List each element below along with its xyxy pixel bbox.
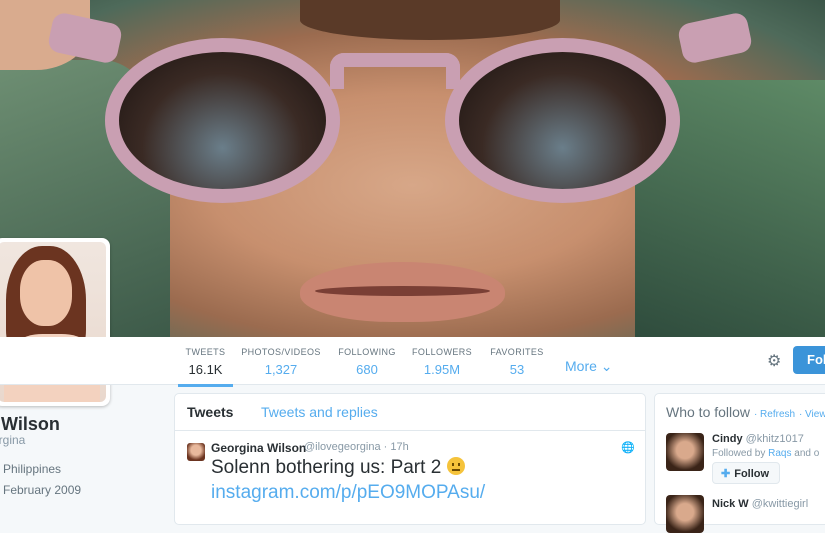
stat-value: 16.1K — [188, 362, 223, 377]
tweet-author-handle[interactable]: @ilovegeorgina · 17h — [304, 441, 409, 453]
followed-by-suffix: and o — [794, 448, 820, 459]
stat-following[interactable]: FOLLOWING 680 — [336, 337, 398, 384]
stat-label: PHOTOS/VIDEOS — [241, 347, 321, 357]
stat-label: TWEETS — [185, 347, 226, 357]
stat-tweets[interactable]: TWEETS 16.1K — [178, 337, 233, 387]
more-label: More — [565, 358, 597, 374]
follow-button[interactable]: Foll — [793, 346, 825, 374]
tweet-author-name[interactable]: Georgina Wilson — [211, 441, 306, 455]
user-name: Nick W — [712, 498, 749, 510]
profile-name: ina Wilson — [0, 414, 60, 434]
tweet-avatar[interactable] — [187, 443, 205, 461]
profile-header-photo — [0, 0, 825, 337]
view-all-link[interactable]: · View — [799, 409, 825, 420]
timeline: Tweets Tweets and replies Georgina Wilso… — [174, 393, 646, 525]
chevron-down-icon: ⌄ — [600, 358, 613, 374]
follow-label: Follow — [734, 468, 770, 480]
followed-by-prefix: Followed by — [712, 448, 766, 459]
tweet-link[interactable]: instagram.com/p/pEO9MOPAsu/ — [211, 482, 485, 504]
suggested-user-name[interactable]: Nick W @kwittiegirl — [712, 498, 808, 510]
followed-by-link[interactable]: Raqs — [768, 448, 791, 459]
profile-handle[interactable]: orgina — [0, 433, 25, 447]
who-to-follow-heading: Who to follow — [666, 404, 751, 420]
refresh-link[interactable]: · Refresh — [754, 409, 795, 420]
suggested-user-avatar[interactable] — [666, 495, 704, 533]
profile-nav: TWEETS 16.1K PHOTOS/VIDEOS 1,327 FOLLOWI… — [0, 337, 825, 387]
profile-location: Philippines — [3, 462, 62, 476]
stat-value: 1.95M — [423, 362, 461, 377]
followed-by-text: Followed by Raqs and o — [712, 448, 819, 459]
stat-value: 1,327 — [264, 362, 298, 377]
user-handle: @kwittiegirl — [751, 498, 809, 510]
stat-photos-videos[interactable]: PHOTOS/VIDEOS 1,327 — [240, 337, 322, 384]
stat-label: FOLLOWERS — [411, 347, 473, 357]
profile-joined-date: February 2009 — [3, 483, 82, 497]
user-handle: @khitz1017 — [745, 433, 804, 445]
stat-favorites[interactable]: FAVORITES 53 — [488, 337, 546, 384]
suggested-follow-button[interactable]: ✚ Follow — [712, 462, 780, 484]
stat-followers[interactable]: FOLLOWERS 1.95M — [411, 337, 473, 384]
stat-label: FAVORITES — [490, 347, 544, 357]
who-to-follow-title: Who to follow · Refresh · View — [666, 404, 825, 420]
neutral-face-emoji-icon — [446, 457, 465, 475]
suggested-user-avatar[interactable] — [666, 433, 704, 471]
suggested-user-name[interactable]: Cindy @khitz1017 — [712, 433, 804, 445]
stat-label: FOLLOWING — [338, 347, 396, 357]
timeline-tabs: Tweets Tweets and replies — [175, 394, 645, 431]
stat-value: 53 — [509, 362, 525, 377]
stat-value: 680 — [356, 362, 378, 377]
tab-tweets-and-replies[interactable]: Tweets and replies — [261, 404, 378, 420]
more-menu[interactable]: More ⌄ — [565, 358, 613, 375]
tab-tweets[interactable]: Tweets — [187, 404, 233, 420]
user-name: Cindy — [712, 433, 743, 445]
add-user-icon: ✚ — [721, 468, 731, 480]
tweet-text-content: Solenn bothering us: Part 2 — [211, 457, 442, 478]
globe-icon: 🌐 — [621, 442, 635, 454]
sunglasses-graphic — [46, 8, 754, 218]
gear-icon[interactable]: ⚙ — [767, 351, 781, 371]
who-to-follow: Who to follow · Refresh · View Cindy @kh… — [654, 393, 825, 533]
tweet-text: Solenn bothering us: Part 2 — [211, 457, 465, 479]
